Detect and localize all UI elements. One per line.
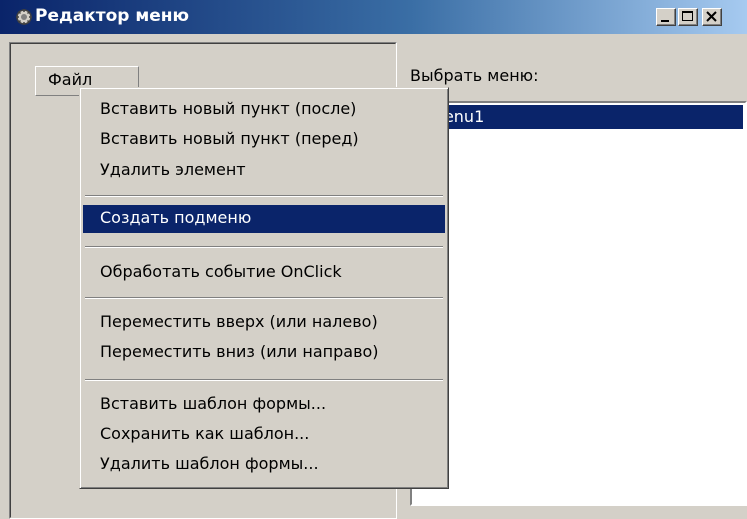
menu-separator — [85, 297, 443, 299]
minimize-button[interactable] — [656, 8, 676, 26]
maximize-icon — [682, 11, 693, 21]
menu-delete-item-label: Удалить элемент — [100, 160, 246, 179]
maximize-button[interactable] — [678, 8, 698, 26]
menu-separator — [85, 379, 443, 381]
menu-move-down-label: Переместить вниз (или направо) — [100, 342, 379, 361]
menu-delete-item[interactable]: Удалить элемент — [83, 157, 445, 185]
context-menu: Вставить новый пункт (после) Вставить но… — [79, 87, 449, 489]
title-bar[interactable]: Редактор меню — [0, 0, 747, 34]
select-menu-label: Выбрать меню: — [410, 66, 539, 85]
window-title: Редактор меню — [35, 6, 190, 26]
menu-insert-before-label: Вставить новый пункт (перед) — [100, 129, 359, 148]
menu-insert-after[interactable]: Вставить новый пункт (после) — [83, 96, 445, 124]
close-icon — [706, 11, 717, 22]
close-button[interactable] — [702, 8, 722, 26]
menu-handle-onclick[interactable]: Обработать событие OnClick — [83, 259, 445, 287]
menu-move-down[interactable]: Переместить вниз (или направо) — [83, 339, 445, 367]
menu-move-up-label: Переместить вверх (или налево) — [100, 312, 378, 331]
menu-editor-icon — [16, 9, 32, 25]
menu-insert-template[interactable]: Вставить шаблон формы... — [83, 391, 445, 419]
menu-listbox[interactable]: nMenu1 — [410, 101, 747, 506]
menu-handle-onclick-label: Обработать событие OnClick — [100, 262, 342, 281]
menu-create-submenu[interactable]: Создать подменю — [83, 205, 445, 233]
menu-separator — [85, 195, 443, 197]
list-item-mainmenu1[interactable]: nMenu1 — [414, 105, 743, 129]
menu-insert-before[interactable]: Вставить новый пункт (перед) — [83, 126, 445, 154]
menu-move-up[interactable]: Переместить вверх (или налево) — [83, 309, 445, 337]
menu-save-template[interactable]: Сохранить как шаблон... — [83, 421, 445, 449]
menu-editor-window: Редактор меню Файл Выбрать меню: nMenu1 … — [0, 0, 747, 519]
menu-create-submenu-label: Создать подменю — [100, 208, 252, 227]
menu-save-template-label: Сохранить как шаблон... — [100, 424, 310, 443]
menu-insert-template-label: Вставить шаблон формы... — [100, 394, 327, 413]
menu-insert-after-label: Вставить новый пункт (после) — [100, 99, 357, 118]
menu-separator — [85, 246, 443, 248]
minimize-icon — [661, 20, 669, 22]
menu-delete-template-label: Удалить шаблон формы... — [100, 454, 319, 473]
menu-delete-template[interactable]: Удалить шаблон формы... — [83, 451, 445, 479]
